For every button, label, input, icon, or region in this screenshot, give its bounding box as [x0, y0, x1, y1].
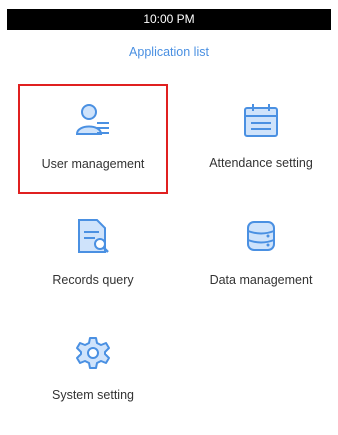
- gear-icon: [76, 337, 110, 369]
- page-title: Application list: [129, 45, 209, 59]
- status-bar: 10:00 PM: [7, 9, 331, 30]
- calendar-icon: [244, 104, 278, 137]
- app-user-management[interactable]: User management: [18, 84, 168, 194]
- app-label: Data management: [209, 273, 313, 287]
- status-time: 10:00 PM: [143, 12, 195, 26]
- app-label: Attendance setting: [209, 156, 313, 170]
- app-system-setting[interactable]: System setting: [18, 325, 168, 435]
- app-data-management[interactable]: Data management: [186, 210, 336, 320]
- app-label: Records query: [52, 273, 134, 287]
- app-label: User management: [41, 157, 145, 171]
- database-icon: [247, 221, 275, 251]
- document-search-icon: [78, 219, 109, 253]
- user-list-icon: [75, 104, 109, 135]
- app-attendance-setting[interactable]: Attendance setting: [186, 84, 336, 194]
- app-label: System setting: [52, 388, 134, 402]
- app-records-query[interactable]: Records query: [18, 210, 168, 320]
